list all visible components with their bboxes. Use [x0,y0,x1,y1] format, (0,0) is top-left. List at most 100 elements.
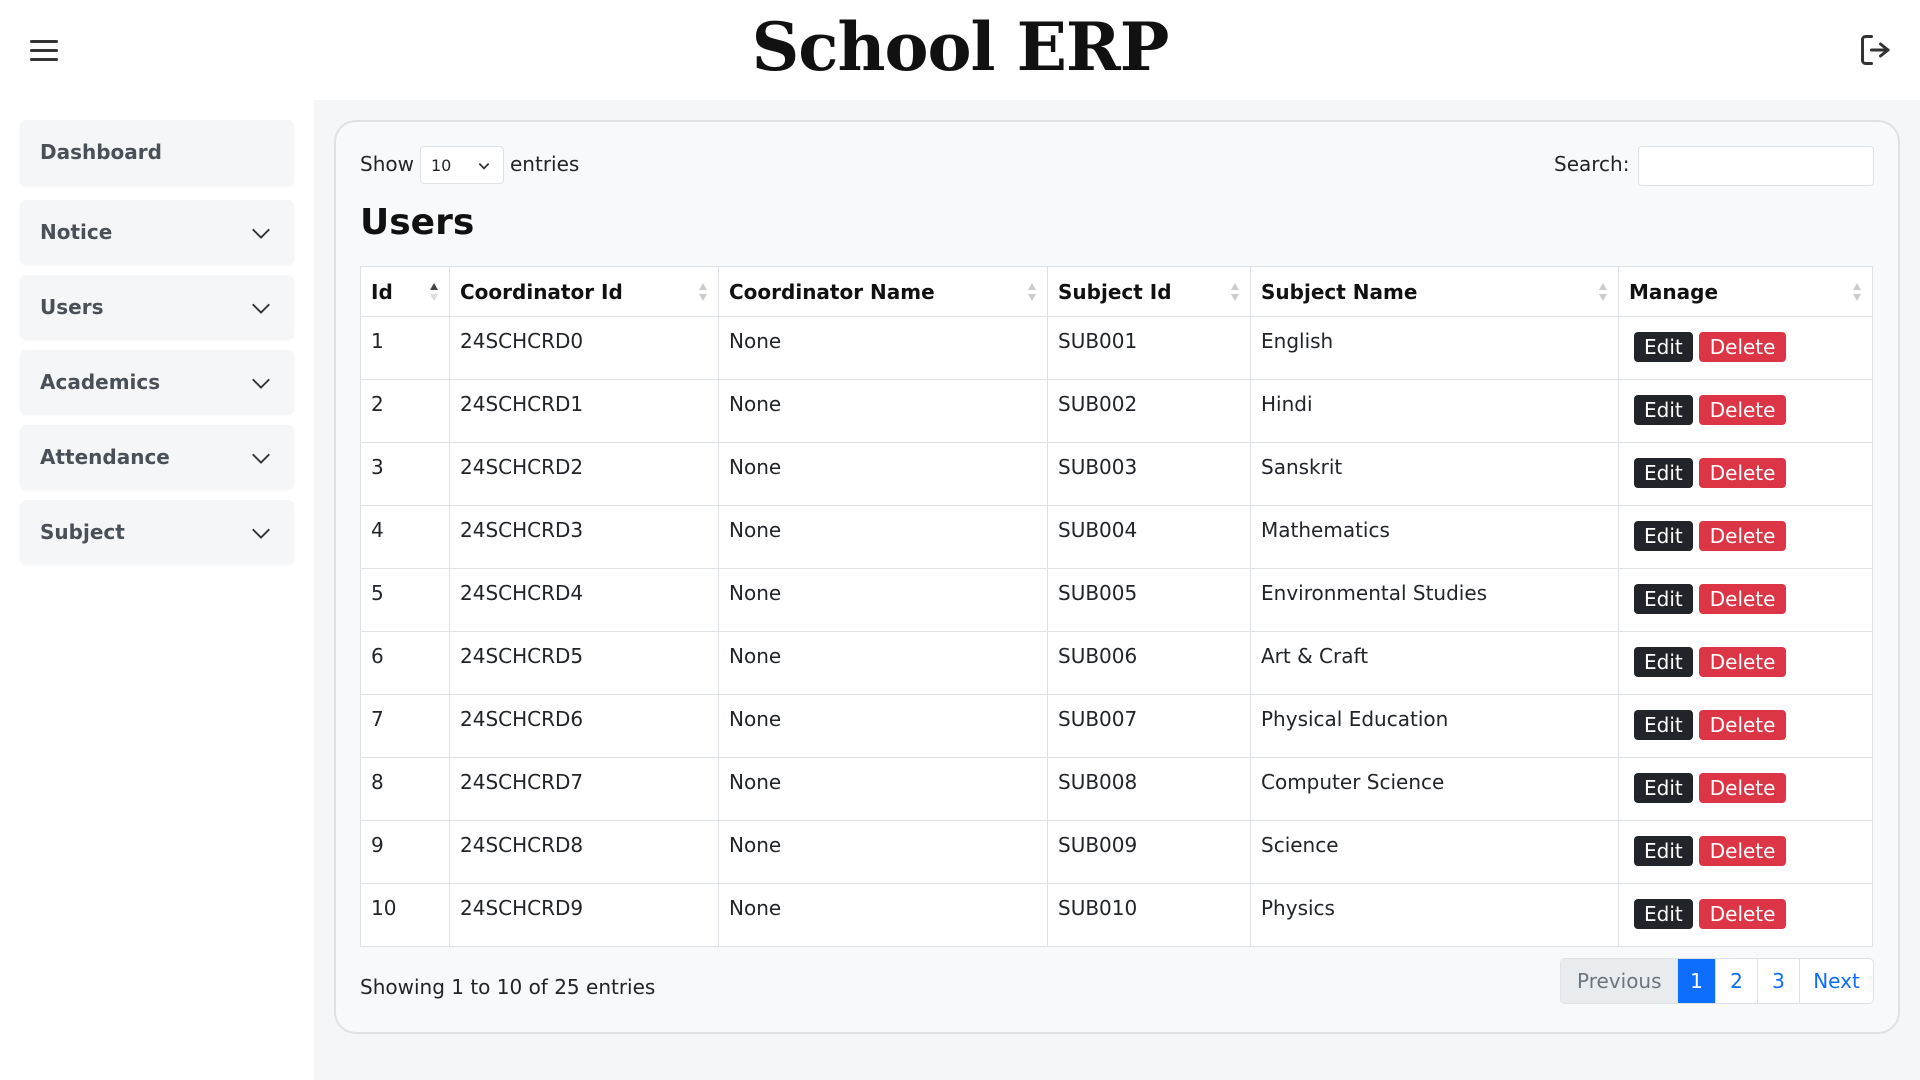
pagination: Previous 1 2 3 Next [1560,958,1874,1004]
edit-button[interactable]: Edit [1634,899,1693,929]
cell-subject-id: SUB003 [1047,442,1251,506]
chevron-down-icon [252,453,270,464]
cell-coordinator-name: None [718,316,1048,380]
page-size-select[interactable]: 10 [420,146,504,184]
column-header-label: Subject Id [1058,279,1172,304]
cell-subject-name: Art & Craft [1250,631,1619,695]
cell-id: 9 [360,820,450,884]
cell-subject-name: Physical Education [1250,694,1619,758]
table-row: 6 24SCHCRD5 None SUB006 Art & Craft Edit Delet… [360,631,1873,695]
sidebar-item-academics[interactable]: Academics [20,350,294,414]
cell-coordinator-id: 24SCHCRD0 [449,316,719,380]
page-button-1[interactable]: 1 [1677,959,1715,1003]
cell-coordinator-name: None [718,883,1048,947]
sort-icon [1853,283,1861,301]
delete-button[interactable]: Delete [1698,332,1787,362]
cell-manage: Edit Delete [1618,379,1873,443]
sidebar: Dashboard Notice Users Academics Attenda… [0,100,314,1080]
cell-subject-id: SUB002 [1047,379,1251,443]
delete-button[interactable]: Delete [1698,710,1787,740]
edit-button[interactable]: Edit [1634,521,1693,551]
sidebar-item-label: Notice [40,220,113,244]
cell-coordinator-id: 24SCHCRD7 [449,757,719,821]
cell-id: 2 [360,379,450,443]
column-header-label: Subject Name [1261,279,1418,304]
table-row: 1 24SCHCRD0 None SUB001 English Edit Delete [360,316,1873,380]
cell-subject-name: English [1250,316,1619,380]
sidebar-item-notice[interactable]: Notice [20,200,294,264]
edit-button[interactable]: Edit [1634,395,1693,425]
table-header-row: Id Coordinator Id Coordinator Name Subje… [360,266,1873,317]
cell-id: 4 [360,505,450,569]
sidebar-item-attendance[interactable]: Attendance [20,425,294,489]
column-header-manage[interactable]: Manage [1618,266,1873,317]
edit-button[interactable]: Edit [1634,647,1693,677]
chevron-down-icon [252,228,270,239]
sidebar-item-users[interactable]: Users [20,275,294,339]
cell-subject-name: Mathematics [1250,505,1619,569]
edit-button[interactable]: Edit [1634,836,1693,866]
chevron-down-icon [252,528,270,539]
table-row: 7 24SCHCRD6 None SUB007 Physical Education Ed… [360,694,1873,758]
table-body: 1 24SCHCRD0 None SUB001 English Edit Delete 22… [360,316,1873,947]
cell-coordinator-name: None [718,442,1048,506]
table-row: 3 24SCHCRD2 None SUB003 Sanskrit Edit Delete [360,442,1873,506]
page-button-3[interactable]: 3 [1757,959,1799,1003]
edit-button[interactable]: Edit [1634,773,1693,803]
cell-id: 8 [360,757,450,821]
cell-manage: Edit Delete [1618,883,1873,947]
cell-subject-id: SUB008 [1047,757,1251,821]
cell-manage: Edit Delete [1618,694,1873,758]
delete-button[interactable]: Delete [1698,899,1787,929]
edit-button[interactable]: Edit [1634,458,1693,488]
cell-coordinator-id: 24SCHCRD1 [449,379,719,443]
cell-coordinator-name: None [718,379,1048,443]
column-header-id[interactable]: Id [360,266,450,317]
users-table: Id Coordinator Id Coordinator Name Subje… [360,266,1873,947]
sidebar-item-dashboard[interactable]: Dashboard [20,120,294,186]
delete-button[interactable]: Delete [1698,647,1787,677]
page-button-2[interactable]: 2 [1715,959,1757,1003]
column-header-label: Coordinator Name [729,279,935,304]
logout-icon[interactable] [1858,32,1894,68]
cell-manage: Edit Delete [1618,505,1873,569]
cell-coordinator-name: None [718,505,1048,569]
edit-button[interactable]: Edit [1634,584,1693,614]
sidebar-item-subject[interactable]: Subject [20,500,294,564]
delete-button[interactable]: Delete [1698,395,1787,425]
previous-page-button[interactable]: Previous [1561,959,1677,1003]
search-input[interactable] [1638,146,1874,186]
cell-manage: Edit Delete [1618,442,1873,506]
delete-button[interactable]: Delete [1698,521,1787,551]
delete-button[interactable]: Delete [1698,584,1787,614]
cell-subject-id: SUB005 [1047,568,1251,632]
table-row: 5 24SCHCRD4 None SUB005 Environmental Studie… [360,568,1873,632]
column-header-subject-name[interactable]: Subject Name [1250,266,1619,317]
cell-subject-name: Computer Science [1250,757,1619,821]
next-page-button[interactable]: Next [1799,959,1873,1003]
cell-id: 5 [360,568,450,632]
chevron-down-icon [252,303,270,314]
cell-id: 10 [360,883,450,947]
edit-button[interactable]: Edit [1634,332,1693,362]
cell-subject-name: Hindi [1250,379,1619,443]
delete-button[interactable]: Delete [1698,836,1787,866]
search-label: Search: [1554,152,1630,176]
column-header-subject-id[interactable]: Subject Id [1047,266,1251,317]
cell-coordinator-name: None [718,694,1048,758]
cell-subject-id: SUB001 [1047,316,1251,380]
table-row: 2 24SCHCRD1 None SUB002 Hindi Edit Delete [360,379,1873,443]
sort-icon [1028,283,1036,301]
cell-id: 3 [360,442,450,506]
cell-coordinator-id: 24SCHCRD8 [449,820,719,884]
delete-button[interactable]: Delete [1698,458,1787,488]
column-header-label: Id [371,279,393,304]
column-header-coordinator-name[interactable]: Coordinator Name [718,266,1048,317]
table-row: 8 24SCHCRD7 None SUB008 Computer Science Edit… [360,757,1873,821]
page-title: Users [360,202,475,243]
cell-coordinator-name: None [718,820,1048,884]
column-header-coordinator-id[interactable]: Coordinator Id [449,266,719,317]
sidebar-item-label: Attendance [40,445,170,469]
delete-button[interactable]: Delete [1698,773,1787,803]
edit-button[interactable]: Edit [1634,710,1693,740]
